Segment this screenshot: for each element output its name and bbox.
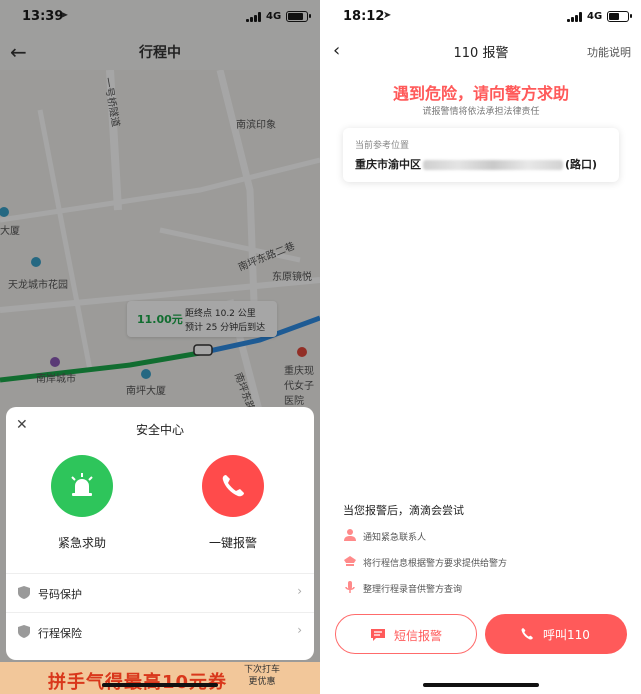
page-title: 行程中 bbox=[139, 45, 181, 61]
call-110-label: 呼叫110 bbox=[543, 628, 590, 642]
network-type: 4G bbox=[266, 11, 282, 22]
one-tap-police-label: 一键报警 bbox=[208, 536, 257, 550]
call-110-button[interactable]: 呼叫110 bbox=[485, 614, 627, 654]
location-address: 重庆市渝中区 (路口) bbox=[355, 156, 597, 172]
next-ride-badge: 下次打车 更优惠 bbox=[244, 664, 280, 688]
promo-banner[interactable]: 拼手气得最高10元券 下次打车 更优惠 bbox=[0, 662, 320, 694]
headline: 遇到危险，请向警方求助 bbox=[392, 84, 569, 103]
sms-report-button[interactable]: 短信报警 bbox=[335, 614, 477, 654]
emergency-help-label: 紧急求助 bbox=[57, 536, 106, 550]
status-time: 18:12 bbox=[343, 9, 385, 24]
network-type: 4G bbox=[587, 11, 603, 22]
left-phone-screen: 一号桥隧道 南滨印象 南坪东路二巷 东原镜悦 天龙城市花园 南坪大厦 南坪东路 … bbox=[0, 0, 320, 694]
location-arrow-icon: ➤ bbox=[60, 10, 69, 21]
redacted-address bbox=[423, 160, 563, 170]
status-bar: 13:39 ➤ 4G bbox=[0, 0, 320, 34]
phone-icon bbox=[222, 475, 244, 497]
police-cap-icon bbox=[344, 556, 356, 566]
battery-icon bbox=[286, 11, 311, 22]
help-link[interactable]: 功能说明 bbox=[587, 44, 631, 60]
chevron-right-icon: › bbox=[297, 584, 302, 598]
chevron-right-icon: › bbox=[297, 623, 302, 637]
step-label: 将行程信息根据警方要求提供给警方 bbox=[363, 559, 508, 569]
warning-text: 谎报警情将依法承担法律责任 bbox=[422, 107, 540, 117]
phone-icon bbox=[521, 628, 533, 640]
row-label: 号码保护 bbox=[38, 588, 82, 601]
emergency-help-button[interactable] bbox=[51, 455, 113, 517]
home-indicator bbox=[102, 683, 218, 687]
next-ride-line2: 更优惠 bbox=[248, 677, 276, 687]
promo-text: 拼手气得最高10元券 bbox=[48, 668, 227, 694]
person-icon bbox=[344, 529, 356, 541]
address-prefix: 重庆市渝中区 bbox=[355, 158, 421, 171]
location-card: 当前参考位置 重庆市渝中区 (路口) bbox=[343, 128, 619, 182]
right-phone-screen: 18:12 ➤ 4G ‹ 110 报警 功能说明 遇到危险，请向警方求助 谎报警… bbox=[321, 0, 641, 694]
battery-icon bbox=[607, 11, 632, 22]
trip-insurance-row[interactable]: 行程保险 › bbox=[6, 613, 314, 651]
home-indicator bbox=[423, 683, 539, 687]
signal-icon bbox=[246, 12, 264, 22]
step-label: 整理行程录音供警方查询 bbox=[363, 585, 463, 595]
signal-icon bbox=[567, 12, 585, 22]
shield-icon bbox=[18, 586, 30, 599]
next-ride-line1: 下次打车 bbox=[243, 665, 280, 675]
microphone-icon bbox=[345, 581, 355, 593]
row-label: 行程保险 bbox=[38, 627, 82, 640]
one-tap-police-button[interactable] bbox=[202, 455, 264, 517]
address-suffix: (路口) bbox=[565, 158, 598, 171]
number-protection-row[interactable]: 号码保护 › bbox=[6, 574, 314, 612]
sms-report-label: 短信报警 bbox=[394, 629, 443, 643]
nav-bar: ← 行程中 bbox=[0, 34, 320, 70]
step-label: 通知紧急联系人 bbox=[363, 533, 427, 543]
message-icon bbox=[371, 629, 385, 641]
after-report-title: 当您报警后，滴滴会尝试 bbox=[343, 504, 464, 517]
shield-icon bbox=[18, 625, 30, 638]
status-time: 13:39 bbox=[22, 9, 64, 24]
safety-center-sheet: ✕ 安全中心 紧急求助 一键报警 号码保护 › 行程保险 › bbox=[6, 407, 314, 660]
location-caption: 当前参考位置 bbox=[355, 141, 410, 151]
siren-icon bbox=[71, 473, 93, 496]
sheet-title: 安全中心 bbox=[135, 423, 184, 437]
location-arrow-icon: ➤ bbox=[383, 10, 392, 21]
